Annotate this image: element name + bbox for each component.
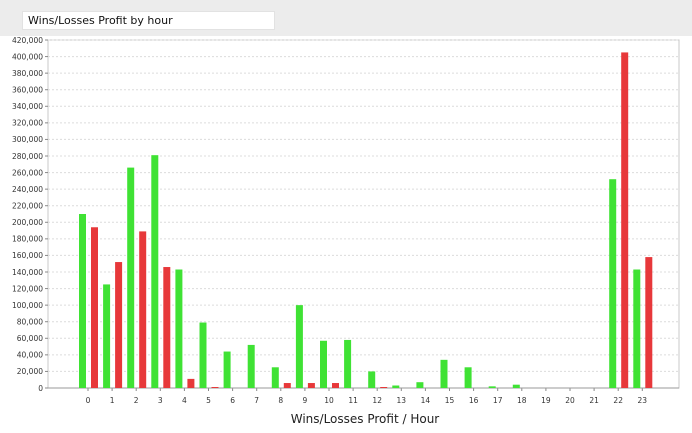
y-tick-label: 380,000 — [12, 69, 43, 78]
bar-series-0-hour-0 — [79, 214, 86, 388]
x-axis-ticks: 0 1 2 3 4 5 6 7 8 9 10 11 12 13 14 15 16 17 18 19 20 21 22 23 — [48, 387, 679, 405]
x-tick-label: 14 — [421, 396, 431, 405]
x-tick-label: 4 — [182, 396, 187, 405]
y-tick-label: 80,000 — [17, 318, 43, 327]
y-tick-label: 60,000 — [17, 334, 43, 343]
bar-series-1-hour-23 — [645, 257, 653, 388]
x-tick-label: 20 — [565, 396, 575, 405]
x-tick-label: 18 — [517, 396, 527, 405]
x-tick-label: 7 — [254, 396, 259, 405]
chart-panel: 0 20,000 40,000 60,000 80,000 100,000 120,000 1… — [0, 36, 692, 433]
bar-series-0-hour-4 — [175, 269, 183, 388]
bar-series-0-hour-2 — [127, 167, 135, 388]
bar-series-0-hour-17 — [488, 386, 496, 388]
x-tick-label: 19 — [541, 396, 551, 405]
x-tick-label: 21 — [589, 396, 599, 405]
y-tick-label: 320,000 — [12, 119, 43, 128]
y-tick-label: 260,000 — [12, 168, 43, 177]
bar-series-0-hour-12 — [368, 371, 376, 388]
y-axis-ticks: 0 20,000 40,000 60,000 80,000 100,000 120,000 1… — [12, 36, 48, 393]
bar-series-1-hour-9 — [307, 383, 315, 388]
chart-title-field[interactable]: Wins/Losses Profit by hour — [22, 11, 275, 30]
x-tick-label: 3 — [158, 396, 163, 405]
x-tick-label: 13 — [397, 396, 407, 405]
x-tick-label: 8 — [278, 396, 283, 405]
bar-series-1-hour-3 — [163, 267, 171, 388]
bar-series-0-hour-15 — [440, 359, 448, 388]
y-tick-label: 200,000 — [12, 218, 43, 227]
y-tick-label: 180,000 — [12, 235, 43, 244]
y-tick-label: 160,000 — [12, 251, 43, 260]
y-tick-label: 280,000 — [12, 152, 43, 161]
bar-series-0-hour-22 — [609, 179, 617, 388]
y-tick-label: 40,000 — [17, 351, 43, 360]
bar-series-0-hour-7 — [247, 344, 255, 388]
y-tick-label: 220,000 — [12, 202, 43, 211]
y-tick-label: 360,000 — [12, 86, 43, 95]
bar-series-1-hour-10 — [332, 383, 339, 388]
bar-series-0-hour-9 — [295, 305, 303, 388]
bar-series-1-hour-22 — [621, 52, 629, 388]
x-tick-label: 1 — [110, 396, 115, 405]
x-axis-title: Wins/Losses Profit / Hour — [291, 412, 440, 426]
bar-series-1-hour-1 — [115, 262, 123, 388]
bar-series-0-hour-1 — [103, 284, 111, 388]
y-tick-label: 400,000 — [12, 52, 43, 61]
bar-series-1-hour-5 — [211, 387, 219, 388]
bar-series-1-hour-0 — [91, 227, 98, 388]
y-tick-label: 420,000 — [12, 36, 43, 45]
x-tick-label: 17 — [493, 396, 503, 405]
bar-series-0-hour-8 — [271, 367, 279, 388]
bar-series-0-hour-5 — [199, 322, 207, 388]
y-tick-label: 0 — [38, 384, 43, 393]
x-tick-label: 11 — [348, 396, 358, 405]
y-tick-label: 120,000 — [12, 284, 43, 293]
bar-series-0-hour-3 — [151, 155, 159, 388]
x-tick-label: 12 — [372, 396, 382, 405]
x-tick-label: 10 — [324, 396, 334, 405]
bar-series-1-hour-2 — [139, 231, 147, 388]
y-tick-label: 340,000 — [12, 102, 43, 111]
bar-series-0-hour-6 — [223, 351, 231, 388]
bar-series-0-hour-10 — [320, 340, 327, 388]
x-tick-label: 23 — [638, 396, 648, 405]
y-tick-label: 300,000 — [12, 135, 43, 144]
bar-series-1-hour-12 — [380, 387, 388, 388]
y-tick-label: 20,000 — [17, 367, 43, 376]
bar-series-0-hour-11 — [344, 339, 352, 388]
bar-series-0-hour-18 — [512, 384, 520, 388]
x-tick-label: 16 — [469, 396, 479, 405]
x-tick-label: 9 — [303, 396, 308, 405]
header-strip: Wins/Losses Profit by hour — [0, 0, 692, 36]
bar-series-1-hour-4 — [187, 378, 195, 388]
x-tick-label: 0 — [86, 396, 91, 405]
bar-series-0-hour-14 — [416, 382, 424, 388]
bar-series-1-hour-8 — [283, 383, 291, 388]
y-tick-label: 240,000 — [12, 185, 43, 194]
bar-series-0-hour-23 — [633, 269, 641, 388]
x-tick-label: 2 — [134, 396, 139, 405]
bar-chart: 0 20,000 40,000 60,000 80,000 100,000 120,000 1… — [12, 36, 680, 426]
x-tick-label: 5 — [206, 396, 211, 405]
bar-series-0-hour-16 — [464, 367, 472, 388]
y-tick-label: 140,000 — [12, 268, 43, 277]
x-tick-label: 15 — [445, 396, 455, 405]
bar-series-0-hour-13 — [392, 385, 400, 388]
y-tick-label: 100,000 — [12, 301, 43, 310]
x-tick-label: 6 — [230, 396, 235, 405]
x-tick-label: 22 — [613, 396, 623, 405]
